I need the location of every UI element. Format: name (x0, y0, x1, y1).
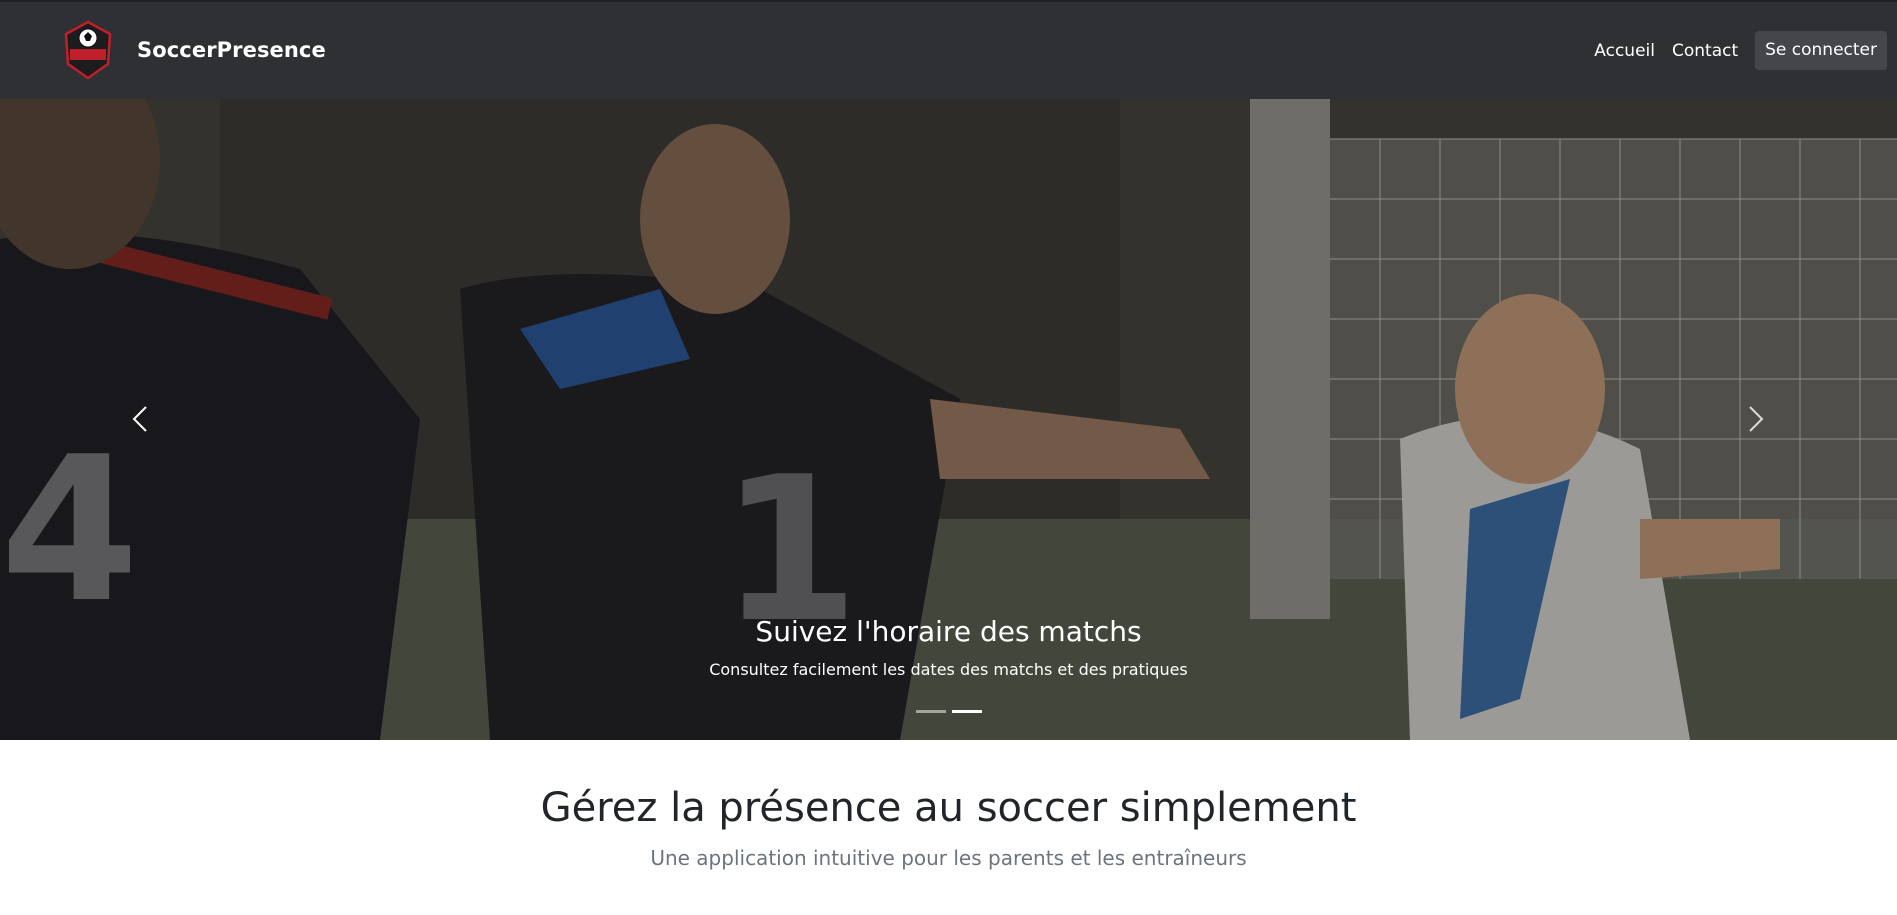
soccer-logo-icon (64, 20, 112, 80)
carousel-prev-icon[interactable] (120, 399, 160, 439)
carousel-caption-title: Suivez l'horaire des matchs (755, 615, 1142, 648)
carousel-indicators (916, 710, 988, 713)
page-subtitle: Une application intuitive pour les paren… (650, 846, 1247, 870)
carousel-indicator-2[interactable] (952, 710, 982, 713)
page-title: Gérez la présence au soccer simplement (540, 785, 1357, 831)
brand-name: SoccerPresence (137, 38, 326, 62)
navbar: SoccerPresence Accueil Contact Se connec… (0, 0, 1897, 99)
hero-carousel: 4 1 Suivez l'horaire des matchs Consulte… (0, 99, 1897, 740)
carousel-caption-subtitle: Consultez facilement les dates des match… (709, 660, 1188, 679)
nav-links: Accueil Contact Se connecter (1594, 31, 1887, 70)
nav-link-contact[interactable]: Contact (1672, 41, 1738, 61)
login-button[interactable]: Se connecter (1755, 31, 1887, 70)
carousel-indicator-1[interactable] (916, 710, 946, 713)
nav-link-accueil[interactable]: Accueil (1594, 41, 1655, 61)
brand-link[interactable]: SoccerPresence (62, 20, 326, 80)
carousel-next-icon[interactable] (1736, 399, 1776, 439)
